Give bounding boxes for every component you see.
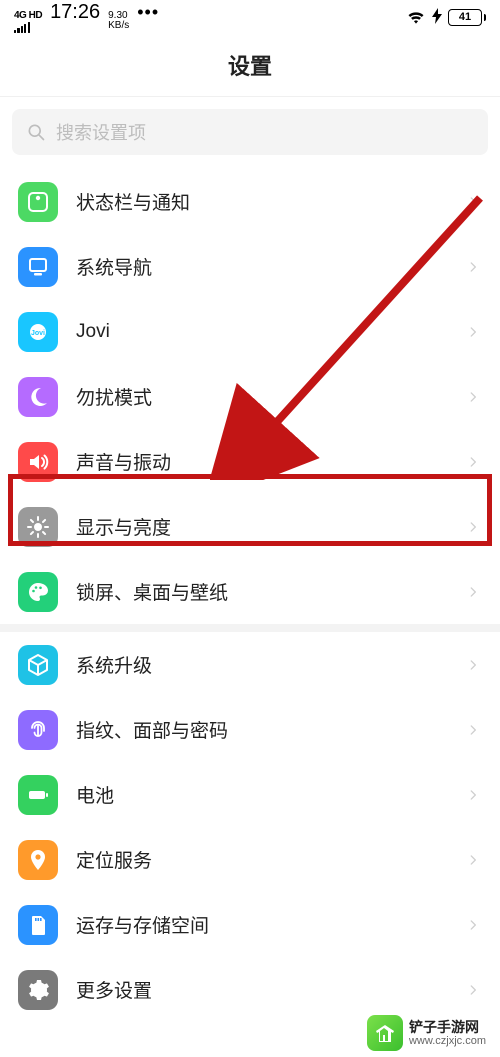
chevron-right-icon [466, 321, 480, 343]
search-placeholder: 搜索设置项 [56, 119, 146, 145]
settings-group: 系统升级指纹、面部与密码电池定位服务运存与存储空间更多设置 [0, 632, 500, 1022]
row-label: 更多设置 [58, 976, 466, 1003]
settings-row-display[interactable]: 显示与亮度 [0, 494, 500, 559]
wifi-icon [406, 9, 426, 25]
settings-row-status-notif[interactable]: 状态栏与通知 [0, 169, 500, 234]
settings-group: 状态栏与通知系统导航 Jovi 勿扰模式声音与振动显示与亮度锁屏、桌面与壁纸 [0, 169, 500, 624]
battery-indicator: 41 [448, 9, 486, 26]
battery-icon [18, 775, 58, 815]
moon-icon [18, 377, 58, 417]
fingerprint-icon [18, 710, 58, 750]
data-rate: 9.30 KB/s [108, 11, 129, 31]
sound-icon [18, 442, 58, 482]
row-label: 电池 [58, 781, 466, 808]
signal-icon: 4G HD [14, 11, 42, 33]
chevron-right-icon [466, 914, 480, 936]
row-label: 声音与振动 [58, 448, 466, 475]
jovi-icon [18, 312, 58, 352]
chevron-right-icon [466, 719, 480, 741]
settings-row-storage[interactable]: 运存与存储空间 [0, 892, 500, 957]
chevron-right-icon [466, 256, 480, 278]
row-label: 定位服务 [58, 846, 466, 873]
gear-icon [18, 970, 58, 1010]
sdcard-icon [18, 905, 58, 945]
row-label: 勿扰模式 [58, 383, 466, 410]
charging-icon [432, 8, 442, 27]
chevron-right-icon [466, 386, 480, 408]
title-bar: 设置 [0, 34, 500, 96]
settings-row-update[interactable]: 系统升级 [0, 632, 500, 697]
row-label: 运存与存储空间 [58, 911, 466, 938]
chevron-right-icon [466, 581, 480, 603]
row-label: 锁屏、桌面与壁纸 [58, 578, 466, 605]
more-dots-icon: ••• [137, 1, 159, 21]
watermark-logo-icon [367, 1015, 403, 1051]
screen: 4G HD 17:26 9.30 KB/s ••• 41 设置 [0, 0, 500, 1057]
search-container: 搜索设置项 [0, 96, 500, 169]
status-bar-icon [18, 182, 58, 222]
row-label: 指纹、面部与密码 [58, 716, 466, 743]
battery-percent: 41 [459, 11, 471, 23]
nav-icon [18, 247, 58, 287]
watermark: 铲子手游网 www.czjxjc.com [361, 1013, 492, 1053]
brightness-icon [18, 507, 58, 547]
chevron-right-icon [466, 784, 480, 806]
row-label: 系统导航 [58, 253, 466, 280]
watermark-title: 铲子手游网 [409, 1019, 486, 1035]
chevron-right-icon [466, 191, 480, 213]
search-icon [26, 122, 46, 142]
palette-icon [18, 572, 58, 612]
settings-row-jovi[interactable]: Jovi [0, 299, 500, 364]
settings-row-location[interactable]: 定位服务 [0, 827, 500, 892]
chevron-right-icon [466, 849, 480, 871]
row-label: Jovi [58, 321, 466, 343]
chevron-right-icon [466, 979, 480, 1001]
page-title: 设置 [228, 49, 272, 81]
network-label: 4G HD [14, 11, 42, 21]
settings-row-biometric[interactable]: 指纹、面部与密码 [0, 697, 500, 762]
watermark-url: www.czjxjc.com [409, 1035, 486, 1048]
status-bar: 4G HD 17:26 9.30 KB/s ••• 41 [0, 0, 500, 34]
section-gap [0, 624, 500, 632]
settings-row-sound[interactable]: 声音与振动 [0, 429, 500, 494]
settings-row-nav[interactable]: 系统导航 [0, 234, 500, 299]
search-input[interactable]: 搜索设置项 [12, 109, 488, 155]
row-label: 状态栏与通知 [58, 188, 466, 215]
status-left: 4G HD 17:26 9.30 KB/s ••• [14, 1, 159, 33]
row-label: 显示与亮度 [58, 513, 466, 540]
row-label: 系统升级 [58, 651, 466, 678]
settings-row-wallpaper[interactable]: 锁屏、桌面与壁纸 [0, 559, 500, 624]
status-right: 41 [406, 8, 486, 27]
cube-icon [18, 645, 58, 685]
settings-row-dnd[interactable]: 勿扰模式 [0, 364, 500, 429]
settings-row-battery[interactable]: 电池 [0, 762, 500, 827]
location-icon [18, 840, 58, 880]
clock: 17:26 [50, 1, 100, 24]
chevron-right-icon [466, 516, 480, 538]
chevron-right-icon [466, 451, 480, 473]
settings-list-container: 状态栏与通知系统导航Jovi勿扰模式声音与振动显示与亮度锁屏、桌面与壁纸系统升级… [0, 169, 500, 1022]
chevron-right-icon [466, 654, 480, 676]
